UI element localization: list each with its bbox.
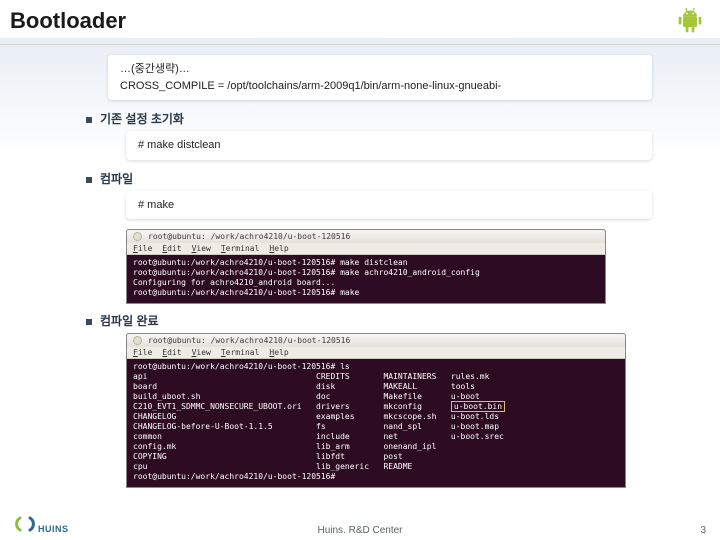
code-box-distclean: # make distclean: [126, 131, 652, 160]
menu-view[interactable]: View: [192, 348, 211, 357]
menu-view[interactable]: View: [192, 244, 211, 253]
menu-edit[interactable]: Edit: [162, 244, 181, 253]
menu-file[interactable]: File: [133, 244, 152, 253]
terminal-title-text: root@ubuntu: /work/achro4210/u-boot-1205…: [148, 336, 350, 345]
slide-title: Bootloader: [10, 8, 676, 34]
terminal-window-2: root@ubuntu: /work/achro4210/u-boot-1205…: [126, 333, 626, 488]
section-done-label: 컴파일 완료: [100, 312, 159, 329]
section-done: 컴파일 완료: [86, 312, 692, 329]
section-compile-label: 컴파일: [100, 170, 133, 187]
cross-compile-line: CROSS_COMPILE = /opt/toolchains/arm-2009…: [120, 78, 640, 95]
cmd-make: # make: [138, 199, 174, 211]
terminal-menubar: File Edit View Terminal Help: [127, 347, 625, 359]
cmd-distclean: # make distclean: [138, 139, 221, 151]
menu-terminal[interactable]: Terminal: [221, 244, 260, 253]
bullet-icon: [86, 319, 92, 325]
terminal-window-1: root@ubuntu: /work/achro4210/u-boot-1205…: [126, 229, 606, 304]
footer-center: Huins. R&D Center: [0, 525, 720, 536]
slide-footer: Huins. R&D Center 3: [0, 525, 720, 536]
terminal-menubar: File Edit View Terminal Help: [127, 243, 605, 255]
section-init-label: 기존 설정 초기화: [100, 110, 184, 127]
menu-terminal[interactable]: Terminal: [221, 348, 260, 357]
terminal-title-text: root@ubuntu: /work/achro4210/u-boot-1205…: [148, 232, 350, 241]
window-control-icon: [133, 232, 142, 241]
bullet-icon: [86, 117, 92, 123]
bullet-icon: [86, 177, 92, 183]
window-control-icon: [133, 336, 142, 345]
terminal-body: root@ubuntu:/work/achro4210/u-boot-12051…: [127, 255, 605, 303]
menu-file[interactable]: File: [133, 348, 152, 357]
code-box-cross-compile: …(중간생략)… CROSS_COMPILE = /opt/toolchains…: [108, 55, 652, 100]
menu-edit[interactable]: Edit: [162, 348, 181, 357]
menu-help[interactable]: Help: [269, 244, 288, 253]
section-compile: 컴파일: [86, 170, 692, 187]
code-box-make: # make: [126, 191, 652, 220]
omit-line: …(중간생략)…: [120, 61, 640, 78]
android-icon: [676, 6, 704, 36]
slide-header: Bootloader: [0, 0, 720, 45]
terminal-titlebar: root@ubuntu: /work/achro4210/u-boot-1205…: [127, 334, 625, 347]
terminal-titlebar: root@ubuntu: /work/achro4210/u-boot-1205…: [127, 230, 605, 243]
menu-help[interactable]: Help: [269, 348, 288, 357]
section-init: 기존 설정 초기화: [86, 110, 692, 127]
terminal-body: root@ubuntu:/work/achro4210/u-boot-12051…: [127, 359, 625, 487]
